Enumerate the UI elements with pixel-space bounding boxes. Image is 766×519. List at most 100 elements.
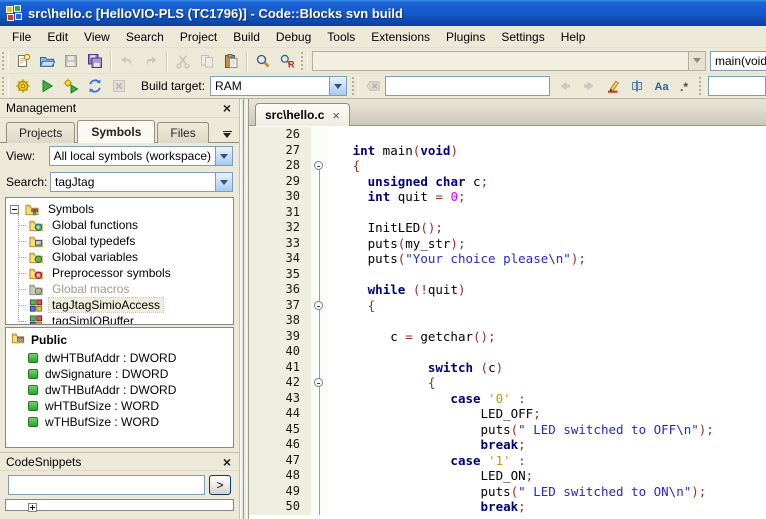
code-line-45[interactable]: 45 puts(" LED switched to OFF\n"); <box>249 422 766 438</box>
code-line-33[interactable]: 33 puts(my_str); <box>249 236 766 252</box>
code-line-32[interactable]: 32 InitLED(); <box>249 220 766 236</box>
code-line-34[interactable]: 34 puts("Your choice please\n"); <box>249 251 766 267</box>
build-target-dropdown[interactable] <box>329 77 346 95</box>
code-line-35[interactable]: 35 <box>249 267 766 283</box>
menu-plugins[interactable]: Plugins <box>438 27 493 47</box>
member-item[interactable]: dwSignature : DWORD <box>6 366 233 382</box>
toolbar-gripper[interactable] <box>301 52 308 70</box>
symbol-search-dropdown[interactable] <box>215 173 232 191</box>
toolbar-extra-input[interactable] <box>708 76 766 96</box>
close-icon[interactable]: × <box>332 108 340 123</box>
build-target-combobox[interactable]: RAM <box>210 76 347 96</box>
code-line-26[interactable]: 26 <box>249 127 766 143</box>
build-and-run-button[interactable] <box>59 75 83 97</box>
line-number: 38 <box>249 313 311 329</box>
fold-collapse-icon[interactable] <box>314 161 323 170</box>
menu-tools[interactable]: Tools <box>319 27 363 47</box>
menu-file[interactable]: File <box>4 27 39 47</box>
function-combobox[interactable]: main(void <box>710 51 766 71</box>
menu-build[interactable]: Build <box>225 27 268 47</box>
incremental-search-input[interactable] <box>385 76 550 96</box>
replace-button[interactable]: R <box>275 50 299 72</box>
code-line-37[interactable]: 37 { <box>249 298 766 314</box>
paste-button[interactable] <box>219 50 243 72</box>
menu-help[interactable]: Help <box>553 27 594 47</box>
member-item[interactable]: dwTHBufAddr : DWORD <box>6 382 233 398</box>
code-line-47[interactable]: 47 case '1' : <box>249 453 766 469</box>
code-line-48[interactable]: 48 LED_ON; <box>249 468 766 484</box>
view-combobox[interactable]: All local symbols (workspace) <box>49 146 233 166</box>
new-file-button[interactable] <box>11 50 35 72</box>
code-editor[interactable]: 2627 int main(void)28 {29 unsigned char … <box>249 126 766 519</box>
scope-combobox-dropdown[interactable] <box>688 52 705 70</box>
collapse-icon[interactable] <box>10 205 19 214</box>
open-file-button[interactable] <box>35 50 59 72</box>
menu-edit[interactable]: Edit <box>39 27 76 47</box>
regex-button[interactable]: .* <box>673 75 697 97</box>
member-item[interactable]: wHTBufSize : WORD <box>6 398 233 414</box>
menu-debug[interactable]: Debug <box>268 27 319 47</box>
view-combobox-dropdown[interactable] <box>215 147 232 165</box>
code-line-30[interactable]: 30 int quit = 0; <box>249 189 766 205</box>
tab-files[interactable]: Files <box>157 122 208 143</box>
code-line-36[interactable]: 36 while (!quit) <box>249 282 766 298</box>
tab-projects[interactable]: Projects <box>6 122 75 143</box>
code-line-42[interactable]: 42 { <box>249 375 766 391</box>
code-line-41[interactable]: 41 switch (c) <box>249 360 766 376</box>
tree-item-global-typedefs[interactable]: Global typedefs <box>6 233 233 249</box>
expand-icon[interactable] <box>28 503 37 512</box>
save-all-button[interactable] <box>83 50 107 72</box>
save-all-icon <box>87 53 103 69</box>
highlight-occurrences-button[interactable] <box>601 75 625 97</box>
toolbar-gripper[interactable] <box>2 77 9 95</box>
scope-combobox[interactable] <box>312 51 706 71</box>
tree-item-global-macros[interactable]: Global macros <box>6 281 233 297</box>
menu-extensions[interactable]: Extensions <box>363 27 438 47</box>
code-line-43[interactable]: 43 case '0' : <box>249 391 766 407</box>
symbol-search-combobox[interactable]: tagJtag <box>50 172 233 192</box>
code-line-28[interactable]: 28 { <box>249 158 766 174</box>
editor-tab-hello-c[interactable]: src\hello.c × <box>255 103 350 126</box>
tree-item-preprocessor-symbols[interactable]: Preprocessor symbols <box>6 265 233 281</box>
tree-item-symbols[interactable]: Symbols <box>6 201 233 217</box>
fold-collapse-icon[interactable] <box>314 301 323 310</box>
rebuild-button[interactable] <box>83 75 107 97</box>
tab-list-dropdown-icon[interactable] <box>219 126 235 142</box>
codesnippets-go-button[interactable]: > <box>209 475 231 495</box>
toolbar-gripper[interactable] <box>699 77 706 95</box>
line-number: 34 <box>249 251 311 267</box>
match-case-button[interactable]: Aa <box>649 75 673 97</box>
fold-collapse-icon[interactable] <box>314 378 323 387</box>
menu-view[interactable]: View <box>76 27 118 47</box>
code-line-50[interactable]: 50 break; <box>249 499 766 515</box>
build-button[interactable] <box>11 75 35 97</box>
find-button[interactable] <box>251 50 275 72</box>
code-line-31[interactable]: 31 <box>249 205 766 221</box>
toolbar-gripper[interactable] <box>2 52 9 70</box>
tab-symbols[interactable]: Symbols <box>77 120 155 143</box>
selected-text-only-button[interactable] <box>625 75 649 97</box>
tree-item-global-variables[interactable]: Global variables <box>6 249 233 265</box>
tree-item-global-functions[interactable]: Global functions <box>6 217 233 233</box>
run-button[interactable] <box>35 75 59 97</box>
close-icon[interactable]: × <box>221 102 233 114</box>
member-item[interactable]: wTHBufSize : WORD <box>6 414 233 430</box>
code-line-27[interactable]: 27 int main(void) <box>249 143 766 159</box>
dock-splitter[interactable] <box>240 99 249 519</box>
menu-project[interactable]: Project <box>172 27 225 47</box>
code-line-40[interactable]: 40 <box>249 344 766 360</box>
code-line-46[interactable]: 46 break; <box>249 437 766 453</box>
code-line-39[interactable]: 39 c = getchar(); <box>249 329 766 345</box>
toolbar-gripper[interactable] <box>352 77 359 95</box>
menu-search[interactable]: Search <box>118 27 172 47</box>
close-icon[interactable]: × <box>221 456 233 468</box>
codesnippets-search-input[interactable] <box>8 475 205 495</box>
tree-item-tagjtagsimioaccess[interactable]: tagJtagSimioAccess <box>6 297 233 313</box>
code-line-44[interactable]: 44 LED_OFF; <box>249 406 766 422</box>
code-line-38[interactable]: 38 <box>249 313 766 329</box>
tree-item-tagsimiobuffer[interactable]: tagSimIOBuffer <box>6 313 233 325</box>
member-item[interactable]: dwHTBufAddr : DWORD <box>6 350 233 366</box>
menu-settings[interactable]: Settings <box>493 27 552 47</box>
code-line-49[interactable]: 49 puts(" LED switched to ON\n"); <box>249 484 766 500</box>
code-line-29[interactable]: 29 unsigned char c; <box>249 174 766 190</box>
